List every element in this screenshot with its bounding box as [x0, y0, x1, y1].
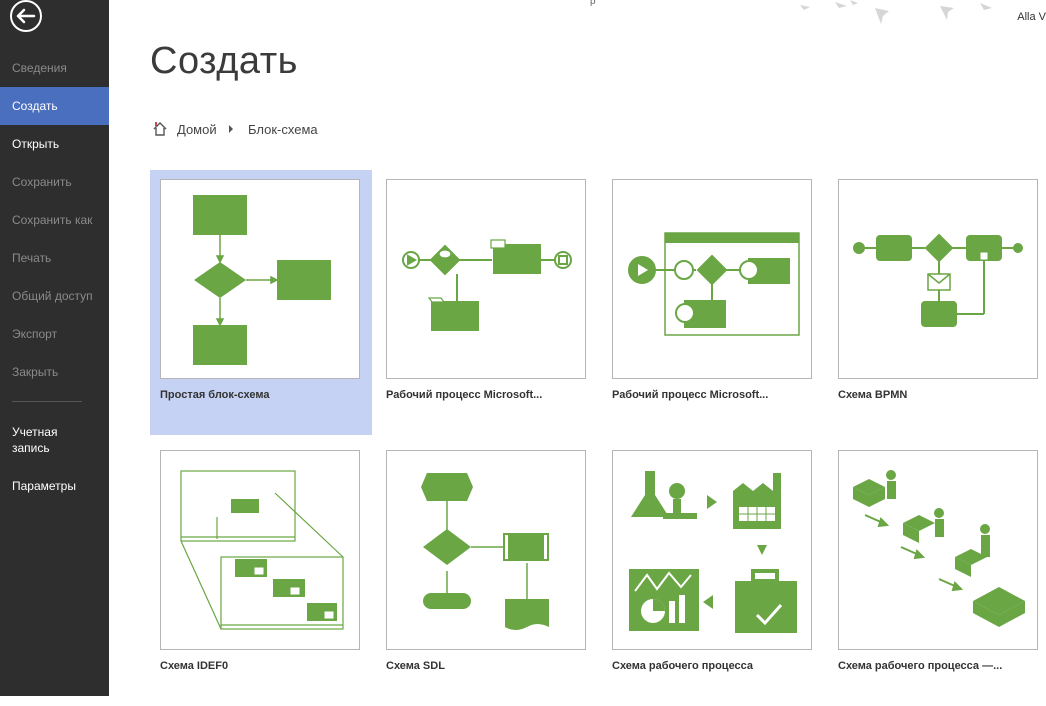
nav-info: Сведения	[12, 61, 67, 75]
nav-options[interactable]: Параметры	[0, 467, 109, 505]
back-arrow-icon	[10, 0, 42, 32]
nav-print: Печать	[12, 251, 52, 265]
bpmn-thumbnail-icon	[853, 233, 1023, 327]
template-thumbnail	[386, 179, 586, 379]
nav-close: Закрыть	[12, 365, 59, 379]
template-thumbnail	[160, 450, 360, 650]
template-basic-flowchart[interactable]: Простая блок-схема	[150, 170, 372, 435]
template-workflow-diagram[interactable]: Схема рабочего процесса	[602, 441, 824, 706]
template-bpmn[interactable]: Схема BPMN	[828, 170, 1046, 435]
template-sdl[interactable]: Схема SDL	[376, 441, 598, 706]
user-name[interactable]: Alla V	[1017, 11, 1046, 23]
breadcrumb-home[interactable]: Домой	[177, 122, 217, 137]
nav-save-as: Сохранить как	[12, 213, 93, 227]
template-thumbnail	[838, 450, 1038, 650]
template-workflow-diagram-3d[interactable]: Схема рабочего процесса —...	[828, 441, 1046, 706]
nav-save: Сохранить	[12, 175, 72, 189]
title-fragment: р	[590, 0, 596, 7]
nav-divider	[12, 401, 82, 402]
nav-new[interactable]: Создать	[0, 87, 109, 125]
template-label: Простая блок-схема	[160, 389, 270, 401]
template-thumbnail	[160, 179, 360, 379]
ms-workflow-thumbnail-icon	[402, 239, 572, 331]
nav-open[interactable]: Открыть	[0, 125, 109, 163]
template-label: Схема SDL	[386, 660, 445, 672]
page-title: Создать	[150, 40, 298, 82]
template-label: Схема IDEF0	[160, 660, 229, 672]
breadcrumb-current: Блок-схема	[248, 122, 318, 137]
template-ms-workflow-2[interactable]: Рабочий процесс Microsoft...	[602, 170, 824, 435]
home-icon[interactable]	[152, 121, 168, 137]
template-ms-workflow-1[interactable]: Рабочий процесс Microsoft...	[376, 170, 598, 435]
breadcrumb-separator-icon	[229, 125, 233, 133]
template-thumbnail	[612, 179, 812, 379]
workflow-3d-thumbnail-icon	[853, 470, 1025, 627]
template-thumbnail	[612, 450, 812, 650]
template-label: Рабочий процесс Microsoft...	[386, 389, 543, 401]
nav-account[interactable]: Учетная запись	[0, 418, 80, 458]
template-label: Схема рабочего процесса —...	[838, 660, 1003, 672]
ms-workflow-swimlane-thumbnail-icon	[628, 232, 800, 336]
back-button[interactable]	[8, 0, 44, 34]
birds-decoration-icon	[800, 0, 992, 24]
basic-flowchart-thumbnail-icon	[193, 195, 331, 365]
idef0-thumbnail-icon	[180, 470, 344, 630]
sdl-thumbnail-icon	[421, 473, 549, 630]
backstage-sidebar: Сведения Создать Открыть Сохранить Сохра…	[0, 0, 109, 696]
nav-export: Экспорт	[12, 327, 58, 341]
nav-share: Общий доступ	[12, 289, 93, 303]
template-thumbnail	[386, 450, 586, 650]
template-thumbnail	[838, 179, 1038, 379]
workflow-diagram-thumbnail-icon	[629, 471, 797, 633]
template-label: Рабочий процесс Microsoft...	[612, 389, 769, 401]
template-idef0[interactable]: Схема IDEF0	[150, 441, 372, 706]
template-label: Схема BPMN	[838, 389, 908, 401]
template-label: Схема рабочего процесса	[612, 660, 754, 672]
